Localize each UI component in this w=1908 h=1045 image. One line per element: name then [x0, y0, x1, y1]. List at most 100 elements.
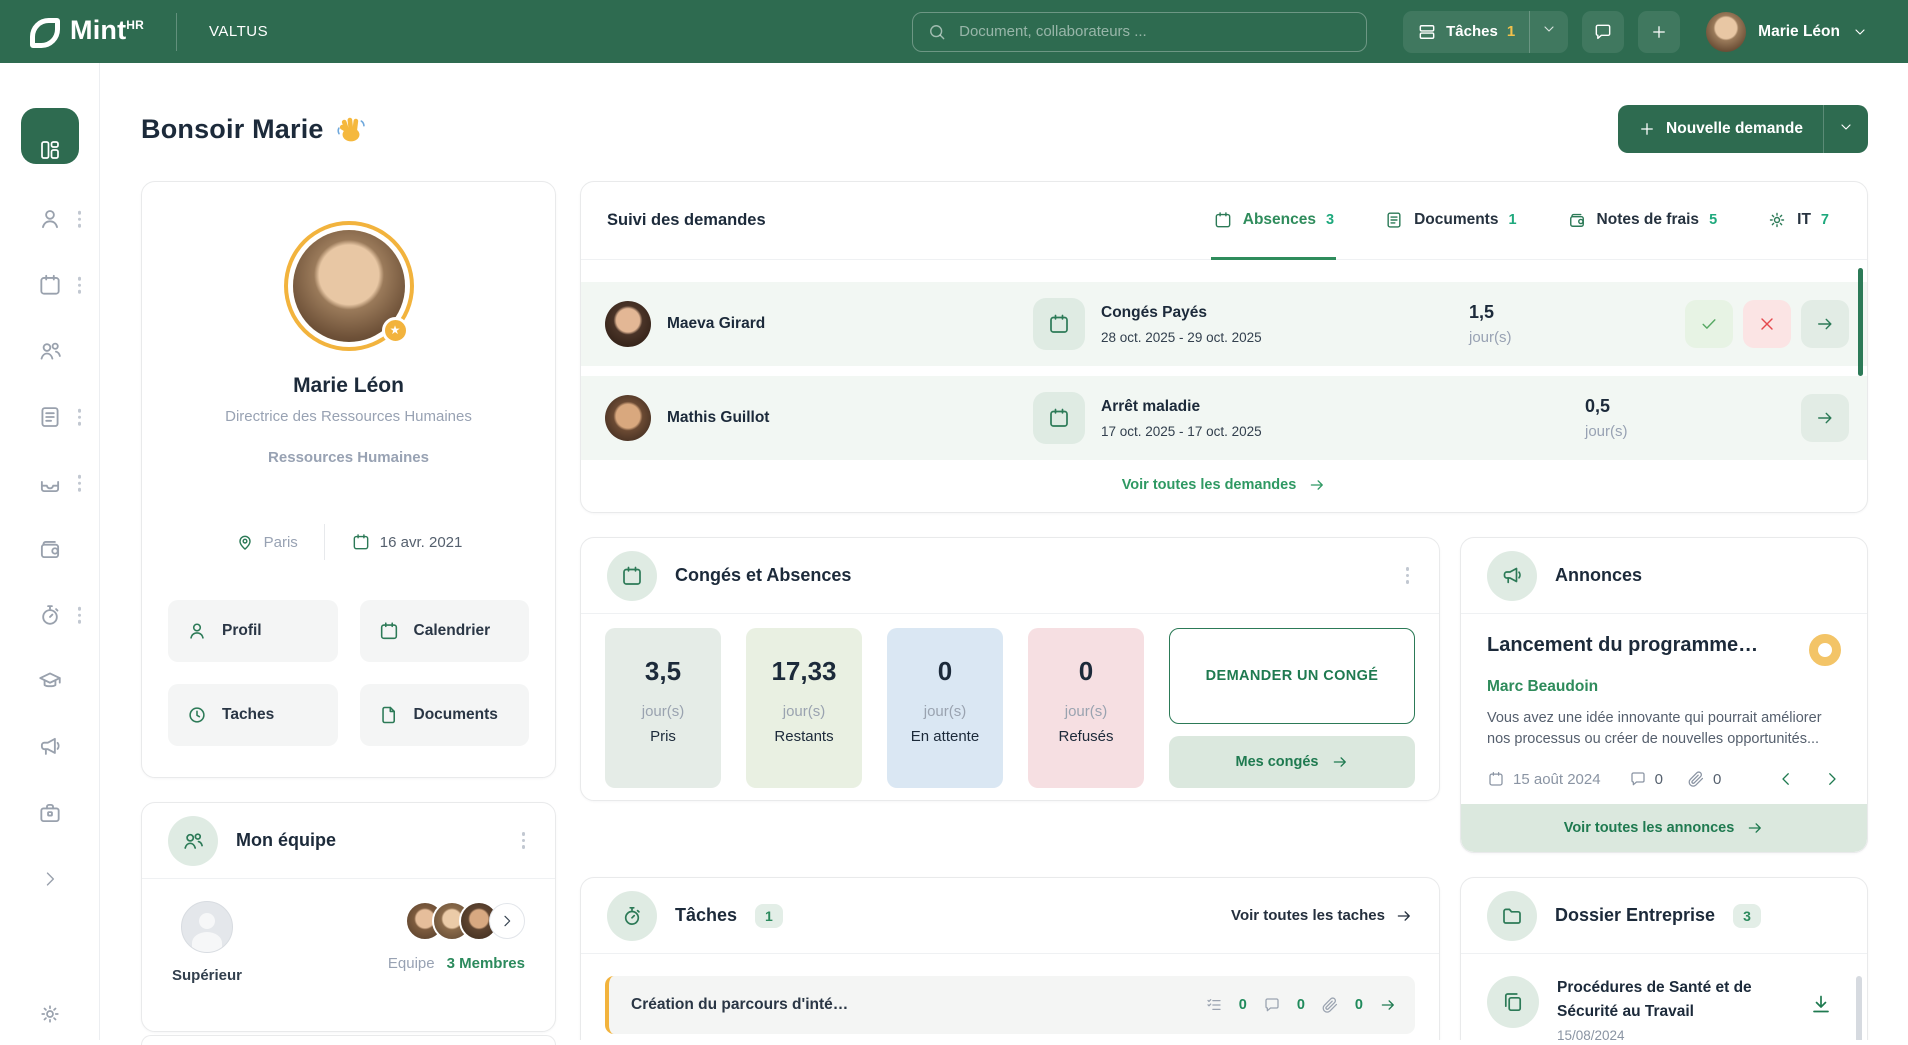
profile-name: Marie Léon	[168, 374, 529, 398]
documents-button[interactable]: Documents	[360, 684, 530, 746]
paperclip-icon	[1321, 996, 1339, 1014]
requests-scrollbar[interactable]	[1858, 268, 1863, 376]
reject-button[interactable]	[1743, 300, 1791, 348]
arrow-right-icon	[1308, 476, 1326, 494]
chevron-down-icon	[1852, 24, 1868, 40]
tasks-chevron[interactable]	[1530, 21, 1568, 42]
tab-notes-de-frais[interactable]: Notes de frais 5	[1565, 182, 1720, 260]
calendar-icon	[620, 564, 644, 588]
open-request-button[interactable]	[1801, 300, 1849, 348]
announcement-title: Lancement du programme…	[1487, 634, 1758, 657]
leave-card-title: Congés et Absences	[675, 565, 851, 586]
sidebar-item-profile[interactable]	[0, 186, 99, 252]
check-icon	[1699, 314, 1719, 334]
next-card-stub	[141, 1035, 556, 1045]
search-input[interactable]	[959, 23, 1352, 40]
sidebar-item-calendar[interactable]	[0, 252, 99, 318]
profile-location: Paris	[235, 532, 298, 552]
brand-name: Mint	[70, 15, 126, 45]
sidebar-time-menu[interactable]	[74, 603, 86, 628]
folder-count-badge: 3	[1733, 904, 1761, 928]
page-title: Bonsoir Marie	[141, 114, 324, 145]
document-icon	[1384, 210, 1404, 230]
task-checklist-count: 0	[1239, 997, 1247, 1013]
requests-card: Suivi des demandes Absences 3 Documents …	[580, 181, 1868, 513]
document-row[interactable]: Procédures de Santé et de Sécurité au Tr…	[1461, 954, 1867, 1040]
announcements-card-title: Annonces	[1555, 565, 1642, 586]
calendar-icon	[1047, 312, 1071, 336]
sidebar-item-documents[interactable]	[0, 384, 99, 450]
wallet-icon	[37, 536, 63, 562]
calendar-button[interactable]: Calendrier	[360, 600, 530, 662]
sidebar-item-recruitment[interactable]	[0, 780, 99, 846]
sidebar-expand-button[interactable]	[0, 846, 99, 912]
request-dates: 17 oct. 2025 - 17 oct. 2025	[1101, 424, 1401, 439]
profile-button[interactable]: Profil	[168, 600, 338, 662]
tab-documents[interactable]: Documents 1	[1382, 182, 1518, 260]
profile-department: Ressources Humaines	[168, 449, 529, 466]
sidebar-documents-menu[interactable]	[74, 405, 86, 430]
new-request-button[interactable]: Nouvelle demande	[1618, 105, 1868, 153]
stat-days-remaining: 17,33 jour(s) Restants	[746, 628, 862, 788]
sidebar-item-time[interactable]	[0, 582, 99, 648]
superior-block[interactable]: Supérieur	[172, 901, 242, 984]
request-leave-button[interactable]: DEMANDER UN CONGÉ	[1169, 628, 1415, 724]
quick-add-button[interactable]	[1638, 11, 1680, 53]
approve-button[interactable]	[1685, 300, 1733, 348]
user-menu[interactable]: Marie Léon	[1706, 12, 1868, 52]
user-avatar[interactable]	[1706, 12, 1746, 52]
sidebar-settings-button[interactable]	[0, 1002, 99, 1026]
open-task-arrow-icon[interactable]	[1379, 996, 1397, 1014]
tasks-dropdown-button[interactable]: Tâches 1	[1403, 11, 1568, 53]
wallet-icon	[1567, 210, 1587, 230]
announcement-status-icon	[1809, 634, 1841, 666]
main-content: Bonsoir Marie Nouvelle demand	[100, 63, 1908, 1040]
leave-card-menu[interactable]	[1402, 563, 1414, 588]
sidebar-inbox-menu[interactable]	[74, 471, 86, 496]
announcement-excerpt: Vous avez une idée innovante qui pourrai…	[1487, 708, 1841, 750]
see-all-requests-link[interactable]: Voir toutes les demandes	[581, 476, 1867, 494]
paperclip-icon	[1687, 770, 1705, 788]
download-button[interactable]	[1809, 992, 1833, 1021]
stopwatch-icon	[620, 904, 644, 928]
see-all-tasks-link[interactable]: Voir toutes les taches	[1231, 907, 1413, 925]
inbox-icon	[37, 470, 63, 496]
arrow-right-icon	[1331, 753, 1349, 771]
tab-it[interactable]: IT 7	[1765, 182, 1831, 260]
tab-absences[interactable]: Absences 3	[1211, 182, 1336, 260]
arrow-right-icon	[1815, 314, 1835, 334]
sidebar-item-dashboard[interactable]	[0, 108, 99, 164]
sidebar-calendar-menu[interactable]	[74, 273, 86, 298]
sidebar-item-announcements[interactable]	[0, 714, 99, 780]
my-leaves-button[interactable]: Mes congés	[1169, 736, 1415, 788]
megaphone-icon	[1500, 564, 1524, 588]
request-type: Arrêt maladie	[1101, 398, 1401, 416]
tasks-button[interactable]: Taches	[168, 684, 338, 746]
folder-scrollbar[interactable]	[1856, 976, 1862, 1040]
new-request-chevron[interactable]	[1824, 119, 1868, 140]
superior-avatar-placeholder[interactable]	[181, 901, 233, 953]
task-row[interactable]: Création du parcours d'inté… 0 0 0	[605, 976, 1415, 1034]
leaf-logo-icon	[30, 18, 60, 48]
stat-days-refused: 0 jour(s) Refusés	[1028, 628, 1144, 788]
team-expand-button[interactable]	[489, 903, 525, 939]
sidebar-item-training[interactable]	[0, 648, 99, 714]
global-search[interactable]	[912, 12, 1367, 52]
request-row: Maeva Girard Congés Payés 28 oct. 2025 -…	[581, 282, 1867, 366]
team-card-menu[interactable]	[518, 828, 530, 853]
sidebar-item-inbox[interactable]	[0, 450, 99, 516]
folder-card-title: Dossier Entreprise	[1555, 905, 1715, 926]
sidebar-item-expenses[interactable]	[0, 516, 99, 582]
sidebar-item-team[interactable]	[0, 318, 99, 384]
sidebar-profile-menu[interactable]	[74, 207, 86, 232]
dashboard-icon	[38, 138, 62, 162]
user-icon	[186, 620, 208, 642]
messages-button[interactable]	[1582, 11, 1624, 53]
see-all-announcements-link[interactable]: Voir toutes les annonces	[1461, 804, 1867, 852]
topbar-divider	[176, 13, 177, 51]
open-request-button[interactable]	[1801, 394, 1849, 442]
next-announcement-button[interactable]	[1823, 770, 1841, 788]
document-icon	[37, 404, 63, 430]
prev-announcement-button[interactable]	[1777, 770, 1795, 788]
requests-card-title: Suivi des demandes	[607, 211, 766, 230]
